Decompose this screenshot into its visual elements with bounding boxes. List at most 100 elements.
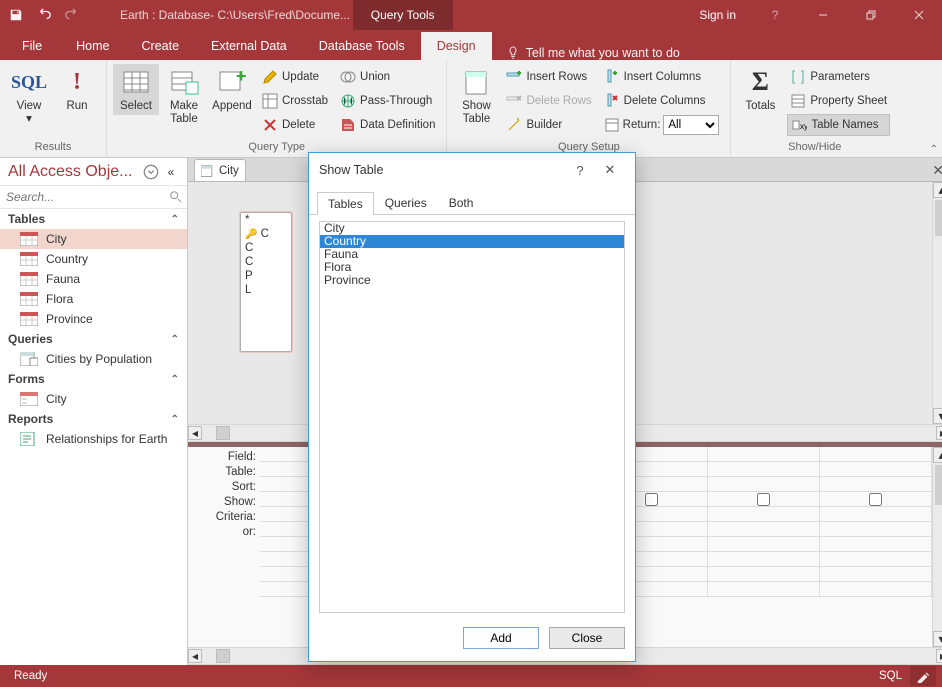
dialog-titlebar[interactable]: Show Table ? ✕ <box>309 153 635 187</box>
scroll-left-icon[interactable]: ◂ <box>188 649 202 663</box>
parameters-button[interactable]: Parameters <box>787 66 890 88</box>
property-sheet-button[interactable]: Property Sheet <box>787 90 890 112</box>
grid-vertical-scrollbar[interactable]: ▴ ▾ <box>932 447 942 647</box>
field-row[interactable]: C <box>241 241 291 255</box>
help-icon[interactable]: ? <box>752 0 798 30</box>
scroll-right-icon[interactable]: ▸ <box>936 649 942 663</box>
dialog-tab-both[interactable]: Both <box>438 191 485 214</box>
report-icon <box>20 432 38 446</box>
tab-home[interactable]: Home <box>60 32 125 60</box>
tab-database-tools[interactable]: Database Tools <box>303 32 421 60</box>
nav-cat-forms[interactable]: Forms⌃ <box>0 369 187 389</box>
field-row[interactable]: * <box>241 213 291 227</box>
nav-cat-reports[interactable]: Reports⌃ <box>0 409 187 429</box>
scroll-up-icon[interactable]: ▴ <box>933 182 942 198</box>
nav-cat-queries[interactable]: Queries⌃ <box>0 329 187 349</box>
list-item[interactable]: Fauna <box>320 248 624 261</box>
nav-cat-tables[interactable]: Tables⌃ <box>0 209 187 229</box>
delete-button[interactable]: Delete <box>259 114 331 136</box>
update-button[interactable]: Update <box>259 66 331 88</box>
sql-view-icon: SQL <box>13 66 45 98</box>
nav-item-form-city[interactable]: City <box>0 389 187 409</box>
sign-in-link[interactable]: Sign in <box>685 8 750 22</box>
tab-file[interactable]: File <box>4 32 60 60</box>
scroll-thumb[interactable] <box>935 200 942 236</box>
field-row[interactable]: 🔑 C <box>241 227 291 241</box>
insert-rows-button[interactable]: Insert Rows <box>503 66 594 88</box>
nav-item-cities-by-population[interactable]: Cities by Population <box>0 349 187 369</box>
tell-me-search[interactable]: Tell me what you want to do <box>496 46 690 60</box>
tab-external-data[interactable]: External Data <box>195 32 303 60</box>
totals-button[interactable]: Σ Totals <box>737 64 783 115</box>
nav-item-flora[interactable]: Flora <box>0 289 187 309</box>
nav-collapse-icon[interactable]: « <box>163 164 179 180</box>
list-item[interactable]: Province <box>320 274 624 287</box>
canvas-vertical-scrollbar[interactable]: ▴ ▾ <box>932 182 942 424</box>
grid-icon <box>120 66 152 98</box>
nav-header[interactable]: All Access Obje... <box>8 163 143 181</box>
table-icon <box>20 232 38 246</box>
dialog-tab-tables[interactable]: Tables <box>317 192 374 215</box>
nav-item-province[interactable]: Province <box>0 309 187 329</box>
search-icon[interactable] <box>169 190 183 204</box>
union-button[interactable]: Union <box>337 66 438 88</box>
show-checkbox[interactable] <box>645 493 658 506</box>
table-names-button[interactable]: xyzTable Names <box>787 114 890 136</box>
view-button[interactable]: SQL View▾ <box>6 64 52 128</box>
tab-design[interactable]: Design <box>421 32 492 60</box>
nav-item-city[interactable]: City <box>0 229 187 249</box>
crosstab-button[interactable]: Crosstab <box>259 90 331 112</box>
wand-icon <box>506 117 522 133</box>
scroll-left-icon[interactable]: ◂ <box>188 426 202 440</box>
field-row[interactable]: L <box>241 283 291 297</box>
add-button[interactable]: Add <box>463 627 539 649</box>
tab-create[interactable]: Create <box>126 32 196 60</box>
make-table-button[interactable]: Make Table <box>161 64 207 128</box>
scroll-up-icon[interactable]: ▴ <box>933 447 942 463</box>
delete-columns-button[interactable]: Delete Columns <box>601 90 723 112</box>
nav-item-country[interactable]: Country <box>0 249 187 269</box>
dialog-close-icon[interactable]: ✕ <box>595 162 625 178</box>
close-button[interactable]: Close <box>549 627 625 649</box>
redo-icon[interactable] <box>60 3 84 27</box>
minimize-icon[interactable] <box>800 0 846 30</box>
search-input[interactable] <box>4 188 165 206</box>
doc-tab-city[interactable]: City <box>194 159 246 181</box>
sql-indicator[interactable]: SQL <box>871 670 910 682</box>
close-tab-icon[interactable]: ✕ <box>932 162 942 179</box>
run-button[interactable]: ! Run <box>54 64 100 115</box>
restore-icon[interactable] <box>848 0 894 30</box>
scroll-thumb[interactable] <box>216 426 230 440</box>
show-checkbox[interactable] <box>757 493 770 506</box>
scroll-right-icon[interactable]: ▸ <box>936 426 942 440</box>
nav-dropdown-icon[interactable] <box>143 164 159 180</box>
builder-button[interactable]: Builder <box>503 114 594 136</box>
show-table-button[interactable]: Show Table <box>453 64 499 128</box>
collapse-ribbon-icon[interactable]: ⌃ <box>930 144 938 155</box>
field-row[interactable]: P <box>241 269 291 283</box>
chevron-up-icon: ⌃ <box>171 214 179 225</box>
table-card-city[interactable]: * 🔑 C C C P L <box>240 212 292 352</box>
show-checkbox[interactable] <box>869 493 882 506</box>
dialog-tab-queries[interactable]: Queries <box>374 191 438 214</box>
undo-icon[interactable] <box>32 3 56 27</box>
design-view-icon[interactable] <box>910 666 936 686</box>
insert-columns-button[interactable]: Insert Columns <box>601 66 723 88</box>
list-item[interactable]: Country <box>320 235 624 248</box>
append-button[interactable]: + Append <box>209 64 255 115</box>
pass-through-button[interactable]: Pass-Through <box>337 90 438 112</box>
select-query-button[interactable]: Select <box>113 64 159 115</box>
save-icon[interactable] <box>4 3 28 27</box>
nav-item-fauna[interactable]: Fauna <box>0 269 187 289</box>
close-icon[interactable] <box>896 0 942 30</box>
field-row[interactable]: C <box>241 255 291 269</box>
nav-item-relationships[interactable]: Relationships for Earth <box>0 429 187 449</box>
return-select[interactable]: All <box>663 115 719 135</box>
scroll-thumb[interactable] <box>935 465 942 505</box>
scroll-down-icon[interactable]: ▾ <box>933 408 942 424</box>
scroll-thumb[interactable] <box>216 649 230 663</box>
dialog-help-icon[interactable]: ? <box>565 163 595 178</box>
data-definition-button[interactable]: Data Definition <box>337 114 438 136</box>
dialog-list[interactable]: City Country Fauna Flora Province <box>319 221 625 613</box>
scroll-down-icon[interactable]: ▾ <box>933 631 942 647</box>
